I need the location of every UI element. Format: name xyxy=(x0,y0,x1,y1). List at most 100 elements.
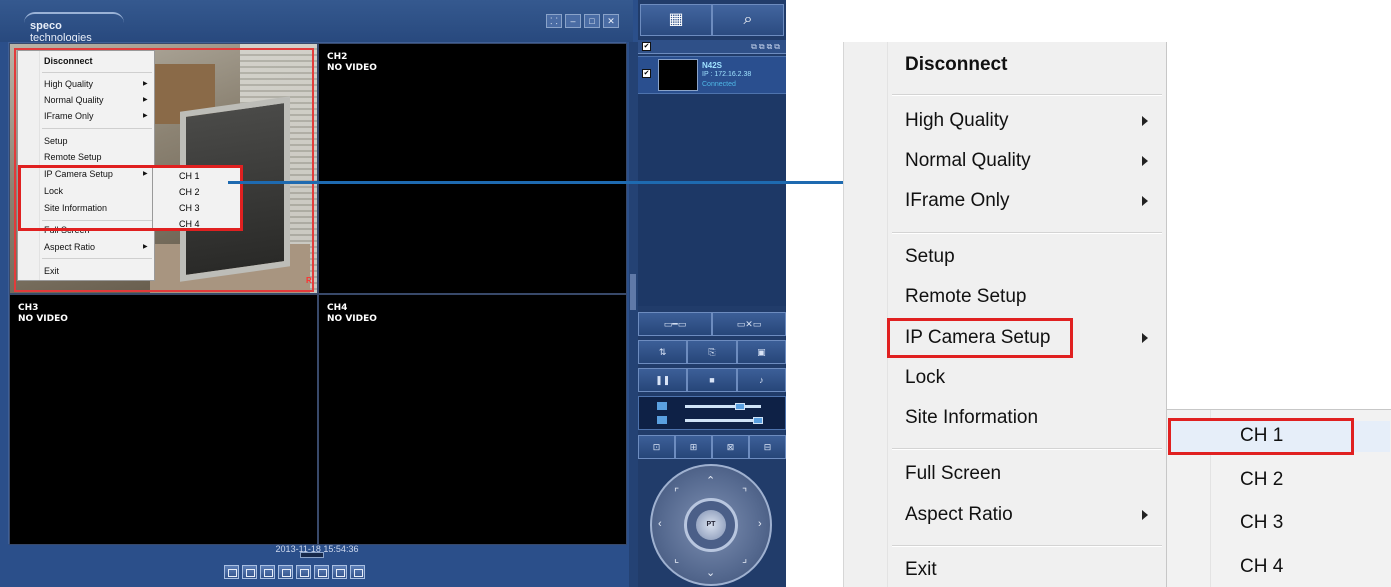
ptz-right-arrow-icon[interactable]: › xyxy=(758,518,762,530)
menu-item-aspect-ratio[interactable]: Aspect Ratio xyxy=(905,500,1013,530)
layout-single-button[interactable] xyxy=(296,565,311,579)
submenu-item-ch3[interactable]: CH 3 xyxy=(1240,508,1283,538)
ptz-mode-row: ⊡ ⊞ ⊠ ⊟ xyxy=(638,435,786,459)
menu-item-setup[interactable]: Setup xyxy=(44,134,68,148)
menu-separator xyxy=(42,128,152,129)
splitter-grip[interactable] xyxy=(630,274,636,310)
submenu-arrow-icon xyxy=(1142,196,1148,206)
layout-9-button[interactable] xyxy=(260,565,275,579)
site-list-tab[interactable]: ▦ xyxy=(640,4,712,36)
menu-item-remote-setup[interactable]: Remote Setup xyxy=(44,150,102,164)
ptz-up-arrow-icon[interactable]: ⌃ xyxy=(706,474,715,487)
close-button[interactable]: ✕ xyxy=(603,14,619,28)
menu-item-iframe-only[interactable]: IFrame Only xyxy=(905,186,1010,216)
ptz-joystick[interactable]: ⌃ ⌄ ‹ › ⌜ ⌝ ⌞ ⌟ PT xyxy=(650,464,772,586)
camera-icon: ▣ xyxy=(757,347,766,357)
menu-item-iframe-only[interactable]: IFrame Only xyxy=(44,109,94,123)
layout-4-button[interactable] xyxy=(242,565,257,579)
minimize-button[interactable]: – xyxy=(565,14,581,28)
timeline-handle[interactable] xyxy=(300,552,324,558)
speaker-icon xyxy=(657,402,667,410)
maximize-button[interactable]: □ xyxy=(584,14,600,28)
menu-item-high-quality[interactable]: High Quality xyxy=(905,106,1009,136)
channel-cell-3[interactable]: CH3 NO VIDEO xyxy=(9,294,318,545)
site-checkbox[interactable]: ✔ xyxy=(642,69,651,78)
ptz-iris-icon: ⊠ xyxy=(726,442,735,452)
mic-volume-slider[interactable] xyxy=(685,419,761,422)
channel-label: CH4 NO VIDEO xyxy=(327,303,377,325)
disconnect-button[interactable]: ▭✕▭ xyxy=(712,312,786,336)
speaker-volume-slider[interactable] xyxy=(685,405,761,408)
export-icon: ⎘ xyxy=(708,347,716,357)
mic-volume-knob[interactable] xyxy=(753,417,763,424)
audio-button[interactable]: ♪ xyxy=(736,368,786,392)
pause-icon: ❚❚ xyxy=(655,375,671,385)
layout-split-button[interactable] xyxy=(314,565,329,579)
site-thumbnail xyxy=(658,59,698,91)
menu-item-lock[interactable]: Lock xyxy=(905,363,945,393)
logo-brand: speco xyxy=(30,20,62,32)
connect-icon: ▭━▭ xyxy=(663,319,687,329)
ptz-zoom-icon: ⊡ xyxy=(652,442,661,452)
search-tab[interactable]: ⌕ xyxy=(712,4,784,36)
sort-icon: ⇅ xyxy=(658,347,667,357)
disconnect-icon: ▭✕▭ xyxy=(736,319,762,329)
submenu-arrow-icon: ▶ xyxy=(143,97,148,103)
submenu-item-ch2[interactable]: CH 2 xyxy=(1240,465,1283,495)
connect-button[interactable]: ▭━▭ xyxy=(638,312,712,336)
highlight-box xyxy=(1168,418,1354,455)
menu-item-disconnect[interactable]: Disconnect xyxy=(905,50,1007,80)
layout-icon-button[interactable]: ⸬ xyxy=(546,14,562,28)
ptz-up-left-icon[interactable]: ⌜ xyxy=(674,486,679,499)
menu-item-site-information[interactable]: Site Information xyxy=(905,403,1038,433)
menu-icon-strip xyxy=(844,42,888,587)
menu-item-full-screen[interactable]: Full Screen xyxy=(905,459,1001,489)
menu-item-normal-quality[interactable]: Normal Quality xyxy=(44,93,104,107)
ptz-center-button[interactable]: PT xyxy=(696,510,726,540)
ptz-down-right-icon[interactable]: ⌟ xyxy=(742,552,747,565)
layout-1-button[interactable] xyxy=(224,565,239,579)
ptz-mode-button-4[interactable]: ⊟ xyxy=(749,435,786,459)
channel-cell-4[interactable]: CH4 NO VIDEO xyxy=(318,294,627,545)
ptz-mode-button-3[interactable]: ⊠ xyxy=(712,435,749,459)
menu-item-exit[interactable]: Exit xyxy=(905,555,937,585)
menu-item-aspect-ratio[interactable]: Aspect Ratio xyxy=(44,240,95,254)
submenu-arrow-icon: ▶ xyxy=(143,81,148,87)
channel-status: NO VIDEO xyxy=(327,63,377,73)
record-icon: ■ xyxy=(709,375,715,385)
list-action-icons[interactable]: ⧉⧉⧉⧉ xyxy=(751,42,782,52)
channel-name: CH2 xyxy=(327,52,348,62)
record-button[interactable]: ■ xyxy=(687,368,737,392)
pause-button[interactable]: ❚❚ xyxy=(638,368,688,392)
submenu-item-ch4[interactable]: CH 4 xyxy=(1240,552,1283,582)
sort-button[interactable]: ⇅ xyxy=(638,340,688,364)
channel-status: NO VIDEO xyxy=(18,314,68,324)
menu-item-disconnect[interactable]: Disconnect xyxy=(44,54,93,68)
layout-grid-button[interactable] xyxy=(332,565,347,579)
menu-item-remote-setup[interactable]: Remote Setup xyxy=(905,282,1026,312)
menu-item-setup[interactable]: Setup xyxy=(905,242,955,272)
menu-item-high-quality[interactable]: High Quality xyxy=(44,77,93,91)
ptz-mode-button-1[interactable]: ⊡ xyxy=(638,435,675,459)
callout-arrow-line xyxy=(228,181,894,184)
speaker-volume-knob[interactable] xyxy=(735,403,745,410)
submenu-arrow-icon: ▶ xyxy=(143,244,148,250)
menu-separator xyxy=(892,448,1162,450)
speco-logo: speco technologies xyxy=(24,12,124,44)
snapshot-button[interactable]: ▣ xyxy=(736,340,786,364)
select-all-checkbox[interactable]: ✔ xyxy=(642,42,651,51)
menu-item-exit[interactable]: Exit xyxy=(44,264,59,278)
ptz-up-right-icon[interactable]: ⌝ xyxy=(742,486,747,499)
menu-item-normal-quality[interactable]: Normal Quality xyxy=(905,146,1031,176)
channel-cell-2[interactable]: CH2 NO VIDEO xyxy=(318,43,627,294)
ptz-down-arrow-icon[interactable]: ⌄ xyxy=(706,566,715,579)
layout-full-button[interactable] xyxy=(350,565,365,579)
panel-splitter[interactable] xyxy=(629,42,638,587)
site-name: N42S xyxy=(702,61,723,70)
site-list-item[interactable]: ✔ N42S IP : 172.16.2.38 Connected xyxy=(638,56,786,94)
layout-16-button[interactable] xyxy=(278,565,293,579)
ptz-down-left-icon[interactable]: ⌞ xyxy=(674,552,679,565)
ptz-mode-button-2[interactable]: ⊞ xyxy=(675,435,712,459)
export-button[interactable]: ⎘ xyxy=(687,340,737,364)
ptz-left-arrow-icon[interactable]: ‹ xyxy=(658,518,662,530)
